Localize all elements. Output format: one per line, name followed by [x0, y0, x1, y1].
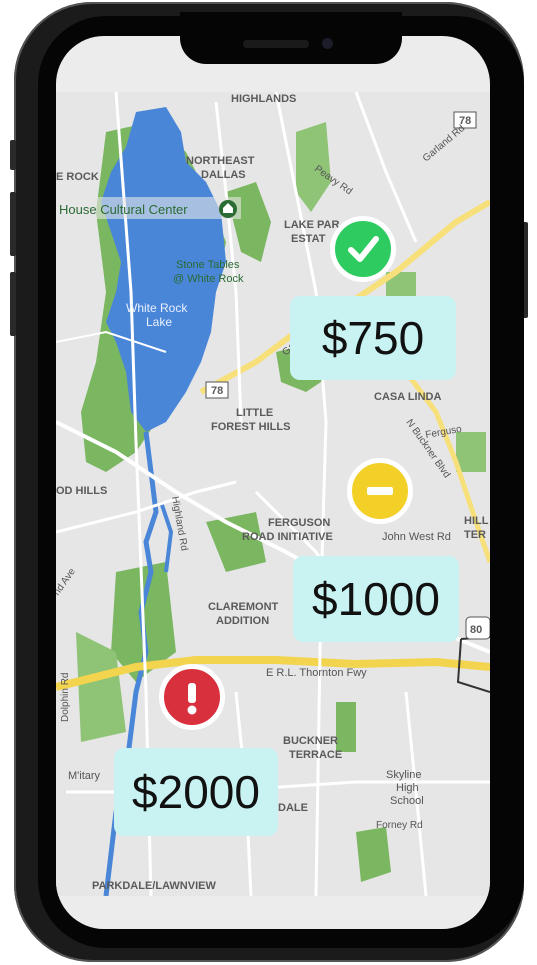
- route-80-label: 80: [470, 624, 482, 636]
- map-label-ter: TER: [464, 529, 486, 541]
- map-label-ferguson: FERGUSON: [268, 517, 330, 529]
- status-warning-marker[interactable]: [347, 458, 413, 524]
- map-label-rock: E ROCK: [56, 171, 99, 183]
- map-label-stone-tables-2: @ White Rock: [173, 273, 244, 285]
- map-label-addition: ADDITION: [216, 615, 269, 627]
- volume-down-button: [10, 272, 16, 336]
- map-label-stone-tables-1: Stone Tables: [176, 259, 240, 271]
- map-label-forest-hills: FOREST HILLS: [211, 421, 290, 433]
- price-label-1000[interactable]: $1000: [293, 556, 459, 642]
- map-label-white-rock-2: Lake: [146, 315, 172, 329]
- map-label-house-cultural: House Cultural Center: [59, 202, 188, 217]
- speaker-grille: [243, 40, 309, 48]
- map-label-highlands: HIGHLANDS: [231, 93, 296, 105]
- map-label-erl-thornton: E R.L. Thornton Fwy: [266, 667, 367, 679]
- map-label-white-rock-1: White Rock: [126, 301, 188, 315]
- front-camera: [322, 38, 333, 49]
- phone-screen: 78 78 80 HIGHLANDS E ROCK NORTHEAST DALL…: [56, 36, 490, 929]
- exclamation-icon: [187, 683, 197, 715]
- map-label-northeast: NORTHEAST: [186, 155, 255, 167]
- price-label-2000[interactable]: $2000: [114, 748, 278, 836]
- check-icon: [348, 236, 379, 262]
- map-label-dale: DALE: [278, 802, 308, 814]
- map-label-dallas: DALLAS: [201, 169, 246, 181]
- map-label-skyline-2: High: [396, 782, 419, 794]
- map-label-estat: ESTAT: [291, 233, 326, 245]
- volume-up-button: [10, 192, 16, 256]
- map-label-od-hills: OD HILLS: [56, 485, 107, 497]
- phone-notch: [180, 12, 402, 64]
- map-label-forney-rd: Forney Rd: [376, 820, 423, 831]
- map-label-buckner: BUCKNER: [283, 735, 338, 747]
- map-label-hill: HILL: [464, 515, 489, 527]
- mute-switch: [10, 140, 16, 170]
- map-label-road-initiative: ROAD INITIATIVE: [242, 531, 333, 543]
- map-label-military: M'itary: [68, 770, 101, 782]
- minus-icon: [367, 487, 393, 495]
- map-label-dolphin-rd: Dolphin Rd: [60, 673, 71, 722]
- price-label-750[interactable]: $750: [290, 296, 456, 380]
- map-label-claremont: CLAREMONT: [208, 601, 279, 613]
- route-78-mid-label: 78: [211, 385, 223, 397]
- map-label-terrace: TERRACE: [289, 749, 342, 761]
- map-label-skyline-1: Skyline: [386, 769, 421, 781]
- map-label-parkdale: PARKDALE/LAWNVIEW: [92, 880, 216, 892]
- status-ok-marker[interactable]: [330, 216, 396, 282]
- map-label-little: LITTLE: [236, 407, 273, 419]
- map-label-john-west-rd: John West Rd: [382, 531, 451, 543]
- status-alert-marker[interactable]: [159, 664, 225, 730]
- map-label-casa-linda: CASA LINDA: [374, 391, 441, 403]
- map-label-skyline-3: School: [390, 795, 424, 807]
- map-label-lake-par: LAKE PAR: [284, 219, 339, 231]
